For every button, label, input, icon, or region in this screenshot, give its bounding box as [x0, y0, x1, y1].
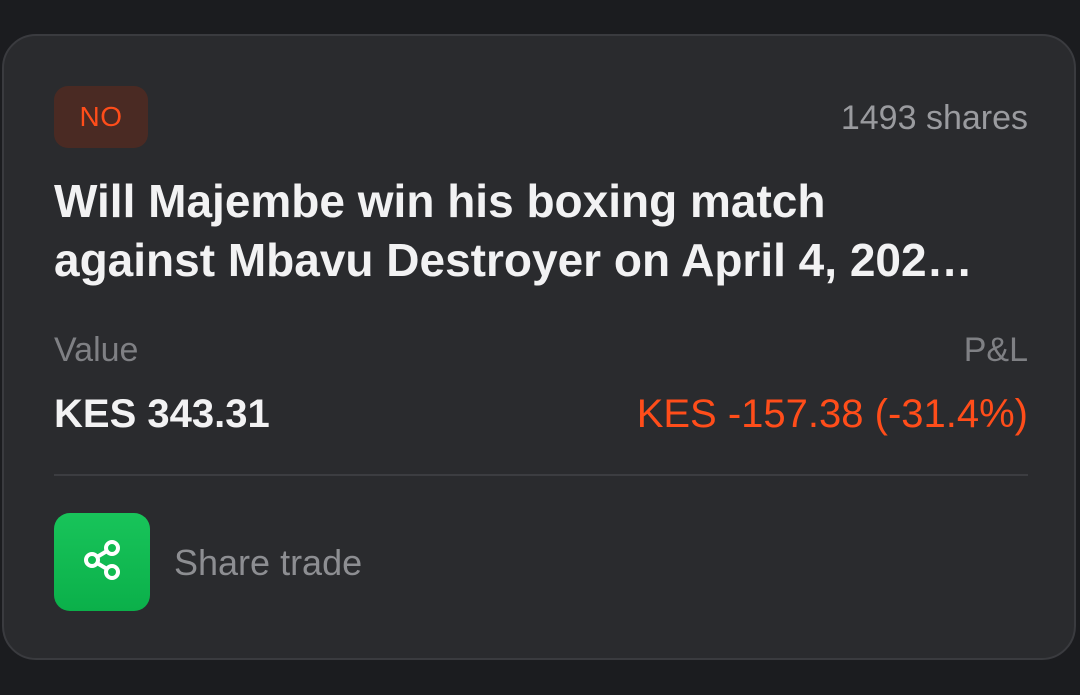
shares-count: 1493 shares — [840, 99, 1028, 137]
value-label: Value — [54, 331, 139, 369]
share-button[interactable] — [54, 513, 150, 611]
side-badge: NO — [54, 86, 148, 148]
market-question-line-1: Will Majembe win his boxing match — [54, 175, 826, 227]
divider — [54, 474, 1028, 476]
share-trade-label[interactable]: Share trade — [174, 542, 362, 584]
value-amount: KES 343.31 — [54, 392, 270, 436]
position-card[interactable]: NO 1493 shares Will Majembe win his boxi… — [2, 34, 1076, 660]
pl-amount: KES -157.38 (-31.4%) — [636, 392, 1028, 436]
share-icon — [79, 537, 125, 588]
market-question-line-2: against Mbavu Destroyer on April 4, 202… — [54, 234, 973, 286]
market-question: Will Majembe win his boxing match agains… — [54, 172, 1014, 290]
pl-label: P&L — [963, 331, 1028, 369]
